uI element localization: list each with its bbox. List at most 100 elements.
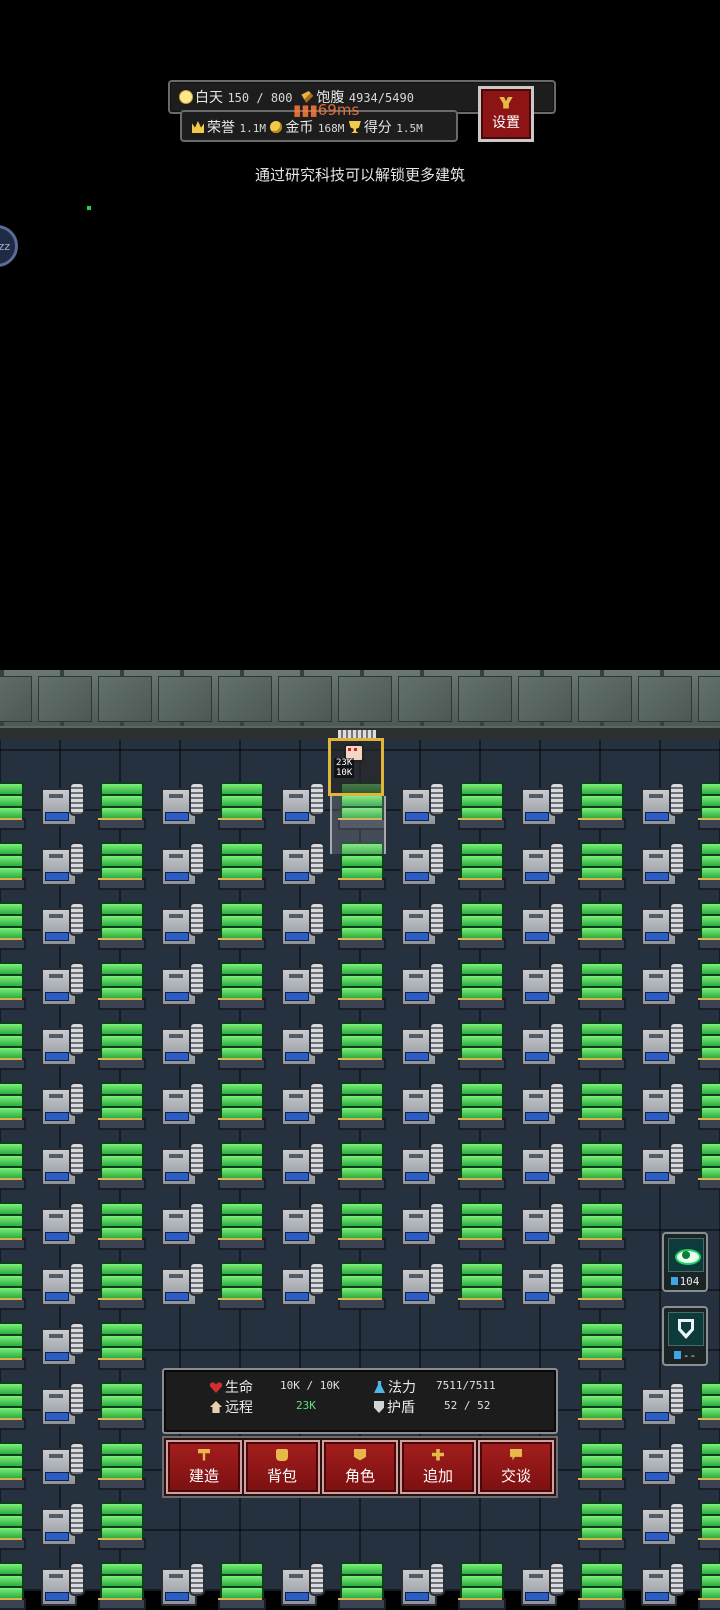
green-tower-building[interactable] bbox=[695, 778, 720, 830]
generator-building[interactable] bbox=[155, 958, 205, 1008]
green-tower-building[interactable] bbox=[575, 898, 626, 950]
green-tower-building[interactable] bbox=[0, 958, 26, 1010]
generator-building[interactable] bbox=[35, 1438, 85, 1488]
generator-building[interactable] bbox=[275, 778, 325, 828]
generator-building[interactable] bbox=[275, 958, 325, 1008]
shield-skill-button[interactable]: -- bbox=[662, 1306, 708, 1366]
green-tower-building[interactable] bbox=[0, 1198, 26, 1250]
green-tower-building[interactable] bbox=[335, 898, 386, 950]
generator-building[interactable] bbox=[515, 778, 565, 828]
green-tower-building[interactable] bbox=[335, 1198, 386, 1250]
generator-building[interactable] bbox=[635, 1498, 685, 1548]
generator-building[interactable] bbox=[275, 1138, 325, 1188]
character-button[interactable]: 角色 bbox=[322, 1440, 398, 1494]
generator-building[interactable] bbox=[395, 1078, 445, 1128]
green-tower-building[interactable] bbox=[695, 1558, 720, 1610]
generator-building[interactable] bbox=[275, 1198, 325, 1248]
green-tower-building[interactable] bbox=[95, 1258, 146, 1310]
generator-building[interactable] bbox=[635, 778, 685, 828]
generator-building[interactable] bbox=[35, 1498, 85, 1548]
generator-building[interactable] bbox=[275, 1078, 325, 1128]
green-tower-building[interactable] bbox=[575, 1318, 626, 1370]
generator-building[interactable] bbox=[515, 898, 565, 948]
green-tower-building[interactable] bbox=[335, 1138, 386, 1190]
green-tower-building[interactable] bbox=[455, 778, 506, 830]
generator-building[interactable] bbox=[515, 958, 565, 1008]
green-tower-building[interactable] bbox=[455, 1198, 506, 1250]
generator-building[interactable] bbox=[635, 1078, 685, 1128]
generator-building[interactable] bbox=[35, 1138, 85, 1188]
generator-building[interactable] bbox=[155, 1078, 205, 1128]
generator-building[interactable] bbox=[395, 1198, 445, 1248]
generator-building[interactable] bbox=[515, 1558, 565, 1608]
green-tower-building[interactable] bbox=[575, 1558, 626, 1610]
generator-building[interactable] bbox=[635, 958, 685, 1008]
generator-building[interactable] bbox=[155, 1258, 205, 1308]
green-tower-building[interactable] bbox=[335, 958, 386, 1010]
green-tower-building[interactable] bbox=[215, 898, 266, 950]
generator-building[interactable] bbox=[275, 898, 325, 948]
generator-building[interactable] bbox=[35, 958, 85, 1008]
green-tower-building[interactable] bbox=[575, 1378, 626, 1430]
generator-building[interactable] bbox=[275, 838, 325, 888]
green-tower-building[interactable] bbox=[215, 838, 266, 890]
green-tower-building[interactable] bbox=[0, 1078, 26, 1130]
green-tower-building[interactable] bbox=[0, 1498, 26, 1550]
green-tower-building[interactable] bbox=[215, 1138, 266, 1190]
generator-building[interactable] bbox=[515, 1018, 565, 1068]
green-tower-building[interactable] bbox=[575, 1018, 626, 1070]
generator-building[interactable] bbox=[275, 1018, 325, 1068]
green-tower-building[interactable] bbox=[455, 838, 506, 890]
generator-building[interactable] bbox=[35, 1198, 85, 1248]
green-tower-building[interactable] bbox=[0, 898, 26, 950]
green-tower-building[interactable] bbox=[575, 1258, 626, 1310]
generator-building[interactable] bbox=[515, 838, 565, 888]
generator-building[interactable] bbox=[155, 778, 205, 828]
generator-building[interactable] bbox=[35, 1378, 85, 1428]
green-tower-building[interactable] bbox=[95, 958, 146, 1010]
green-tower-building[interactable] bbox=[0, 1138, 26, 1190]
green-tower-building[interactable] bbox=[0, 1318, 26, 1370]
green-tower-building[interactable] bbox=[0, 1558, 26, 1610]
generator-building[interactable] bbox=[35, 1318, 85, 1368]
generator-building[interactable] bbox=[275, 1558, 325, 1608]
generator-building[interactable] bbox=[35, 838, 85, 888]
generator-building[interactable] bbox=[635, 838, 685, 888]
green-tower-building[interactable] bbox=[455, 1018, 506, 1070]
generator-building[interactable] bbox=[35, 1078, 85, 1128]
green-tower-building[interactable] bbox=[95, 838, 146, 890]
talk-button[interactable]: 交谈 bbox=[478, 1440, 554, 1494]
green-tower-building[interactable] bbox=[455, 1558, 506, 1610]
sleep-button[interactable]: zz bbox=[0, 225, 18, 267]
generator-building[interactable] bbox=[155, 838, 205, 888]
green-tower-building[interactable] bbox=[0, 1258, 26, 1310]
green-tower-building[interactable] bbox=[95, 1078, 146, 1130]
green-tower-building[interactable] bbox=[95, 1198, 146, 1250]
green-tower-building[interactable] bbox=[215, 778, 266, 830]
settings-button[interactable]: 设置 bbox=[478, 86, 534, 142]
green-tower-building[interactable] bbox=[335, 1078, 386, 1130]
green-tower-building[interactable] bbox=[575, 1438, 626, 1490]
generator-building[interactable] bbox=[635, 1018, 685, 1068]
green-tower-building[interactable] bbox=[695, 898, 720, 950]
green-tower-building[interactable] bbox=[575, 1498, 626, 1550]
green-tower-building[interactable] bbox=[455, 1258, 506, 1310]
green-tower-building[interactable] bbox=[95, 1378, 146, 1430]
green-tower-building[interactable] bbox=[0, 838, 26, 890]
green-tower-building[interactable] bbox=[335, 1258, 386, 1310]
green-tower-building[interactable] bbox=[575, 1078, 626, 1130]
generator-building[interactable] bbox=[395, 1258, 445, 1308]
green-tower-building[interactable] bbox=[215, 958, 266, 1010]
green-tower-building[interactable] bbox=[95, 1318, 146, 1370]
generator-building[interactable] bbox=[395, 898, 445, 948]
green-tower-building[interactable] bbox=[575, 1198, 626, 1250]
green-tower-building[interactable] bbox=[95, 1018, 146, 1070]
generator-building[interactable] bbox=[35, 1018, 85, 1068]
green-tower-building[interactable] bbox=[455, 958, 506, 1010]
green-tower-building[interactable] bbox=[335, 1558, 386, 1610]
green-tower-building[interactable] bbox=[575, 958, 626, 1010]
green-tower-building[interactable] bbox=[215, 1078, 266, 1130]
generator-building[interactable] bbox=[635, 1378, 685, 1428]
green-tower-building[interactable] bbox=[695, 838, 720, 890]
green-tower-building[interactable] bbox=[335, 1018, 386, 1070]
